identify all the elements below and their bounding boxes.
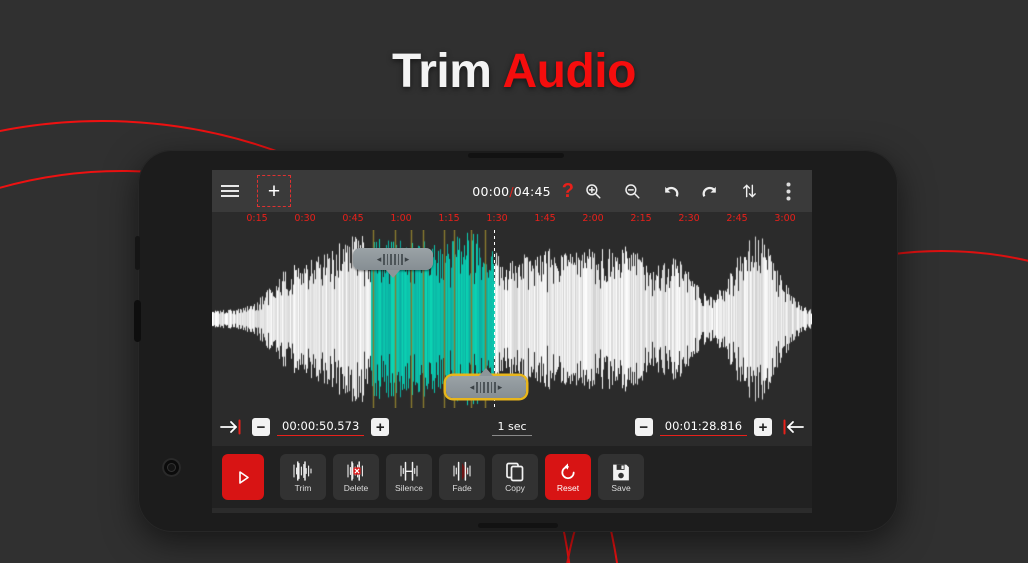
trim-button-label: Trim [294, 483, 312, 494]
ruler-tick-label: 2:30 [678, 213, 700, 224]
phone-camera [162, 458, 181, 477]
ruler-tick-label: 2:15 [630, 213, 652, 224]
trim-button[interactable]: Trim [280, 454, 326, 500]
delete-button-label: Delete [343, 483, 369, 494]
handle-grip [476, 381, 496, 393]
ruler-tick-label: 1:00 [390, 213, 412, 224]
bottom-toolbar: Trim Delete Silence Fade Copy Reset Save [212, 446, 812, 508]
start-plus-button[interactable]: + [371, 418, 390, 436]
delete-button[interactable]: Delete [333, 454, 379, 500]
ruler-tick-label: 0:30 [294, 213, 316, 224]
ruler-tick-label: 0:45 [342, 213, 364, 224]
add-button-label: + [267, 179, 281, 203]
copy-button-label: Copy [505, 483, 525, 494]
page-title: Trim Audio [0, 44, 1028, 99]
ruler-tick-label: 1:30 [486, 213, 508, 224]
ruler-tick-label: 3:00 [774, 213, 796, 224]
end-plus-button[interactable]: + [754, 418, 773, 436]
zoom-in-icon[interactable] [578, 176, 608, 206]
selection-start-handle[interactable]: ◂ ▸ [353, 248, 433, 278]
waveform-area[interactable]: ◂ ▸ ◂ ▸ [212, 230, 812, 408]
handle-pointer [479, 368, 493, 376]
ruler-tick-label: 1:15 [438, 213, 460, 224]
end-time-field[interactable]: 00:01:28.816 [659, 418, 748, 436]
start-minus-button[interactable]: − [252, 418, 270, 436]
time-current: 00:00 [472, 183, 510, 199]
ruler-tick-label: 2:45 [726, 213, 748, 224]
redo-icon[interactable] [695, 176, 725, 206]
handle-right-arrow: ▸ [404, 253, 410, 264]
phone-speaker [468, 153, 564, 158]
app-toolbar: + 00:00/04:45 ? [212, 170, 812, 212]
play-button[interactable] [222, 454, 264, 500]
reset-button-label: Reset [556, 482, 580, 493]
ruler-tick-label: 1:45 [534, 213, 556, 224]
vertical-dots-icon[interactable] [773, 176, 803, 206]
handle-left-arrow: ◂ [469, 381, 475, 392]
end-minus-button[interactable]: − [634, 418, 653, 436]
selection-end-handle[interactable]: ◂ ▸ [446, 368, 526, 398]
trim-controls: − 00:00:50.573 + 1 sec − 00:01:28.816 + [212, 408, 812, 446]
fade-button[interactable]: Fade [439, 454, 485, 500]
time-total: 04:45 [513, 183, 551, 199]
arrow-to-end-icon[interactable] [781, 419, 805, 435]
phone-bottom-grill [478, 523, 558, 528]
app-screen: + 00:00/04:45 ? 0:15 0:30 0:45 1:00 1:15… [212, 170, 812, 513]
start-time-field[interactable]: 00:00:50.573 [277, 418, 365, 436]
reset-button[interactable]: Reset [545, 454, 591, 500]
silence-button-label: Silence [395, 483, 423, 494]
handle-pointer [386, 270, 400, 278]
undo-icon[interactable] [656, 176, 686, 206]
save-button[interactable]: Save [598, 454, 644, 500]
handle-left-arrow: ◂ [376, 253, 382, 264]
hamburger-menu-icon[interactable] [221, 176, 239, 206]
arrow-to-start-icon[interactable] [219, 419, 243, 435]
copy-button[interactable]: Copy [492, 454, 538, 500]
zoom-out-icon[interactable] [617, 176, 647, 206]
step-size-field[interactable]: 1 sec [492, 419, 532, 436]
ruler-tick-label: 2:00 [582, 213, 604, 224]
phone-mockup: + 00:00/04:45 ? 0:15 0:30 0:45 1:00 1:15… [134, 150, 898, 532]
up-down-arrows-icon[interactable] [734, 176, 764, 206]
handle-grip [383, 253, 403, 265]
save-button-label: Save [611, 482, 631, 493]
page-title-word-audio: Audio [502, 45, 636, 98]
time-display: 00:00/04:45 [472, 184, 550, 199]
page-title-word-trim: Trim [392, 45, 492, 98]
help-icon[interactable]: ? [562, 180, 574, 203]
timeline-ruler[interactable]: 0:15 0:30 0:45 1:00 1:15 1:30 1:45 2:00 2:15 2:30… [212, 212, 812, 230]
add-button[interactable]: + [257, 175, 291, 207]
fade-button-label: Fade [452, 483, 472, 494]
ruler-tick-label: 0:15 [246, 213, 268, 224]
handle-right-arrow: ▸ [497, 381, 503, 392]
silence-button[interactable]: Silence [386, 454, 432, 500]
